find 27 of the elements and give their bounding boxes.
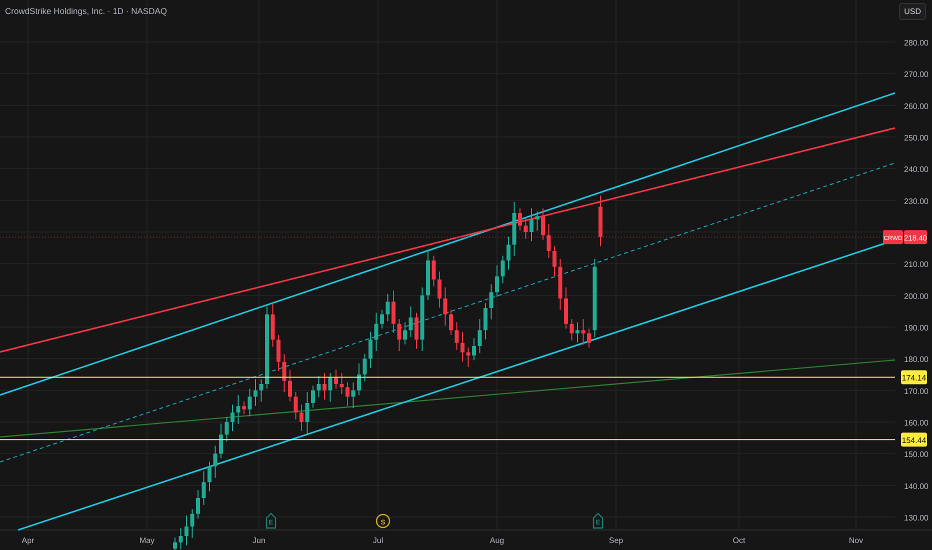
price-axis-label: 280.00 bbox=[904, 38, 928, 48]
price-axis-label: 240.00 bbox=[904, 165, 928, 174]
price-level-tag: 154.44 bbox=[901, 432, 927, 447]
price-axis-label: 250.00 bbox=[904, 134, 928, 142]
price-axis-label: 140.00 bbox=[904, 482, 928, 491]
time-axis-label: May bbox=[139, 536, 155, 545]
price-axis-label: 130.00 bbox=[904, 514, 928, 522]
price-axis-label: 160.00 bbox=[904, 418, 928, 428]
price-level-tag: 174.14 bbox=[901, 370, 927, 384]
price-axis-label: 150.00 bbox=[904, 450, 928, 460]
price-axis-label: 180.00 bbox=[904, 355, 928, 364]
price-axis-label: 200.00 bbox=[904, 292, 928, 301]
price-axis-label: 190.00 bbox=[904, 324, 928, 332]
chart-title: CrowdStrike Holdings, Inc. · 1D · NASDAQ bbox=[5, 6, 168, 16]
price-axis-label: 170.00 bbox=[904, 386, 928, 396]
price-axis-label: 210.00 bbox=[904, 260, 928, 270]
time-axis-label: Aug bbox=[490, 536, 504, 545]
time-axis-label: Oct bbox=[732, 536, 746, 545]
time-axis-label: Sep bbox=[608, 536, 624, 545]
currency-button[interactable]: USD bbox=[899, 3, 926, 20]
time-axis-label: Apr bbox=[22, 536, 34, 545]
price-axis-label: 270.00 bbox=[904, 70, 928, 80]
price-axis-label: 260.00 bbox=[904, 102, 928, 111]
time-axis-label: Nov bbox=[848, 536, 864, 545]
time-axis-label: Jun bbox=[252, 536, 266, 545]
price-axis-label: 230.00 bbox=[904, 196, 928, 206]
time-axis-label: Jul bbox=[372, 536, 384, 545]
